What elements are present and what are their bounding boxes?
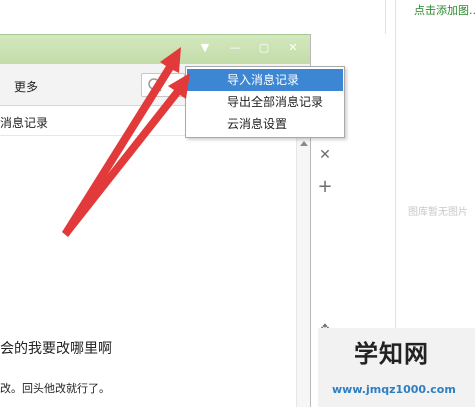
- arrow-lower: [62, 73, 190, 237]
- watermark: 学知网 www.jmqz1000.com: [318, 328, 475, 407]
- arrow-upper: [62, 47, 181, 236]
- watermark-logo: 学知网: [354, 340, 429, 368]
- watermark-url: www.jmqz1000.com: [332, 383, 456, 396]
